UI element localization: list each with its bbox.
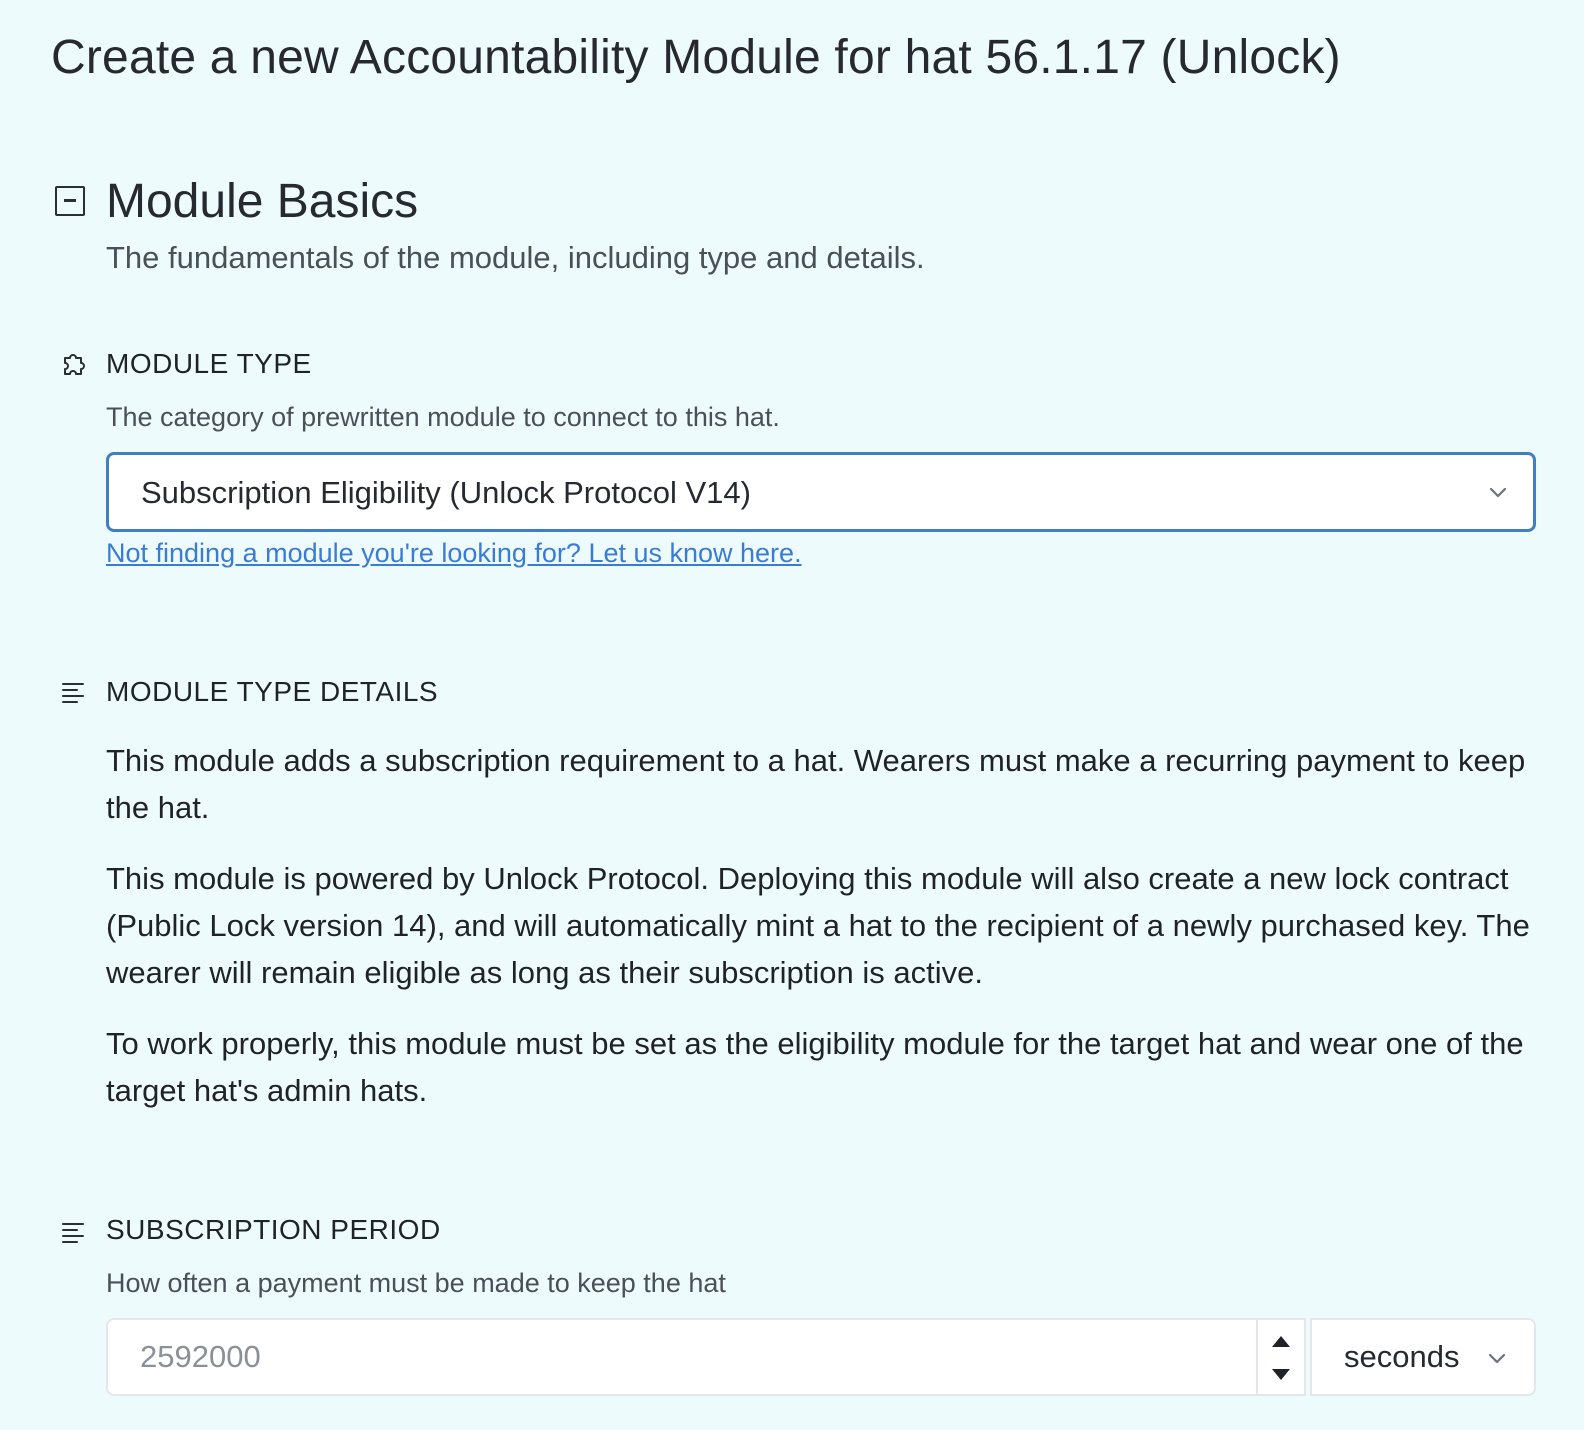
details-paragraph: This module adds a subscription requirem… bbox=[106, 743, 1526, 825]
puzzle-icon bbox=[64, 354, 85, 375]
subscription-period-label: SUBSCRIPTION PERIOD bbox=[106, 1214, 441, 1245]
text-lines-icon bbox=[62, 1223, 84, 1243]
subscription-period-input[interactable]: 2592000 bbox=[140, 1339, 261, 1375]
module-type-help: The category of prewritten module to con… bbox=[106, 402, 780, 432]
unit-selected-value: seconds bbox=[1344, 1339, 1460, 1374]
collapse-square-icon[interactable] bbox=[55, 186, 85, 216]
subscription-period-unit-select[interactable]: seconds bbox=[1310, 1318, 1536, 1396]
details-paragraph: This module is powered by Unlock Protoco… bbox=[106, 861, 1530, 990]
module-type-select[interactable]: Subscription Eligibility (Unlock Protoco… bbox=[106, 452, 1536, 532]
missing-module-link[interactable]: Not finding a module you're looking for?… bbox=[106, 538, 802, 569]
section-title: Module Basics bbox=[106, 175, 419, 228]
section-description: The fundamentals of the module, includin… bbox=[106, 240, 925, 275]
module-type-details-text: This module adds a subscription requirem… bbox=[106, 737, 1546, 1138]
decrement-arrow-icon[interactable] bbox=[1258, 1357, 1304, 1394]
module-type-details-label: MODULE TYPE DETAILS bbox=[106, 676, 439, 707]
page-title: Create a new Accountability Module for h… bbox=[51, 31, 1341, 84]
subscription-period-field[interactable]: 2592000 bbox=[106, 1318, 1306, 1396]
subscription-period-help: How often a payment must be made to keep… bbox=[106, 1268, 726, 1298]
chevron-down-icon bbox=[1489, 487, 1507, 498]
module-type-selected-value: Subscription Eligibility (Unlock Protoco… bbox=[141, 475, 751, 510]
details-paragraph: To work properly, this module must be se… bbox=[106, 1026, 1524, 1108]
text-lines-icon bbox=[62, 683, 84, 703]
chevron-down-icon bbox=[1488, 1353, 1506, 1364]
page: Create a new Accountability Module for h… bbox=[0, 0, 1584, 1430]
increment-arrow-icon[interactable] bbox=[1258, 1320, 1304, 1357]
module-type-label: MODULE TYPE bbox=[106, 348, 312, 379]
number-stepper[interactable] bbox=[1256, 1320, 1304, 1394]
